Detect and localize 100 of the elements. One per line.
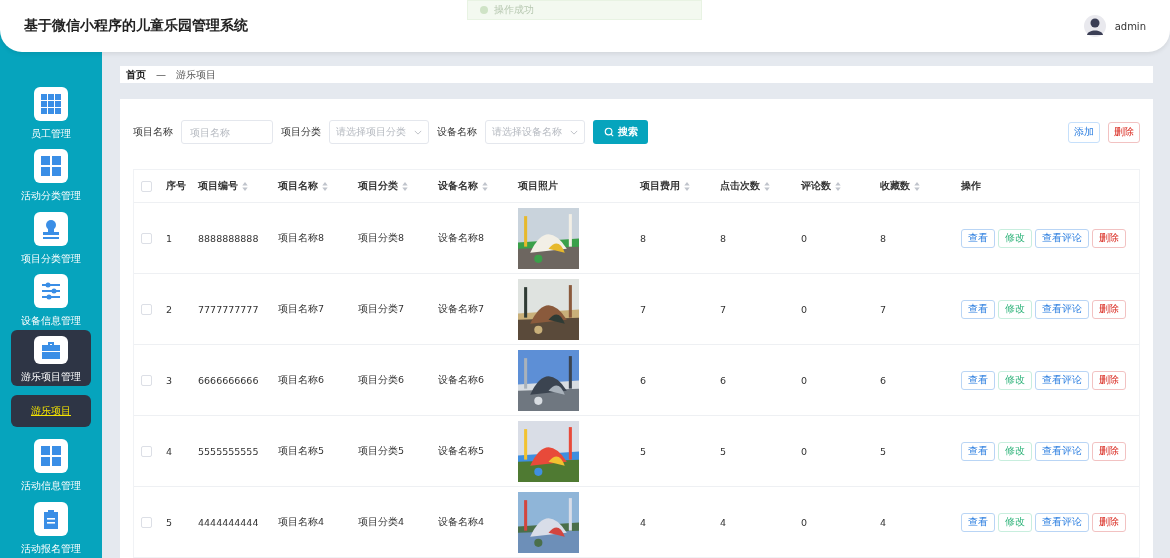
- sliders-icon: [41, 281, 61, 301]
- sort-icon[interactable]: [684, 181, 690, 191]
- delete-button[interactable]: 删除: [1092, 228, 1126, 248]
- sidebar-item[interactable]: 活动信息管理: [11, 433, 91, 496]
- edit-button[interactable]: 修改: [998, 441, 1032, 461]
- column-header[interactable]: 评论数: [801, 179, 841, 193]
- breadcrumb-home[interactable]: 首页: [126, 67, 146, 82]
- column-header[interactable]: 收藏数: [880, 179, 920, 193]
- table-cell: 项目分类5: [358, 444, 405, 458]
- view-button[interactable]: 查看评论: [1035, 512, 1089, 532]
- sidebar-item[interactable]: 游乐项目管理: [11, 330, 91, 387]
- column-header[interactable]: 项目编号: [198, 179, 248, 193]
- column-header: 项目照片: [518, 179, 558, 193]
- view-button[interactable]: 查看: [961, 441, 995, 461]
- filter-label: 项目分类: [281, 125, 321, 139]
- column-header[interactable]: 设备名称: [438, 179, 488, 193]
- table-cell: 4: [640, 516, 647, 528]
- view-button[interactable]: 查看: [961, 512, 995, 532]
- table-cell: 项目名称6: [278, 373, 325, 387]
- sidebar-item[interactable]: 员工管理: [11, 81, 91, 144]
- table-cell: 项目名称4: [278, 515, 325, 529]
- table-cell: 7: [640, 303, 647, 315]
- table-cell: 项目分类7: [358, 302, 405, 316]
- view-button[interactable]: 查看: [961, 299, 995, 319]
- sort-icon[interactable]: [242, 181, 248, 191]
- sidebar-item[interactable]: 设备信息管理: [11, 268, 91, 331]
- table-cell: 项目名称5: [278, 444, 325, 458]
- sort-icon[interactable]: [482, 181, 488, 191]
- delete-button[interactable]: 删除: [1092, 441, 1126, 461]
- username-label[interactable]: admin: [1114, 20, 1146, 32]
- column-header[interactable]: 项目分类: [358, 179, 408, 193]
- avatar-icon: [1082, 14, 1107, 38]
- select-all-checkbox[interactable]: [141, 180, 152, 192]
- table-cell: 4: [720, 516, 727, 528]
- add-button[interactable]: 添加: [1068, 121, 1100, 143]
- table-cell: 设备名称4: [438, 515, 485, 529]
- app-title: 基于微信小程序的儿童乐园管理系统: [24, 17, 248, 35]
- column-header[interactable]: 项目名称: [278, 179, 328, 193]
- row-checkbox[interactable]: [141, 303, 152, 315]
- chevron-down-icon: [414, 129, 422, 135]
- sort-icon[interactable]: [835, 181, 841, 191]
- table-cell: 5: [880, 445, 887, 457]
- delete-button[interactable]: 删除: [1092, 299, 1126, 319]
- grid-icon: [41, 156, 61, 177]
- table-cell: 7: [880, 303, 887, 315]
- table-cell: 0: [801, 374, 808, 386]
- row-checkbox[interactable]: [141, 374, 152, 386]
- table-cell: 8888888888: [198, 232, 259, 244]
- chevron-down-icon: [570, 129, 578, 135]
- sidebar-item[interactable]: 活动报名管理: [11, 495, 91, 558]
- table-cell: 0: [801, 303, 808, 315]
- table-cell: 项目名称8: [278, 231, 325, 245]
- edit-button[interactable]: 修改: [998, 299, 1032, 319]
- table-cell: 5: [166, 516, 173, 528]
- row-checkbox[interactable]: [141, 516, 152, 528]
- view-button[interactable]: 查看: [961, 228, 995, 248]
- table-cell: 设备名称5: [438, 444, 485, 458]
- table-cell: 8: [880, 232, 887, 244]
- search-button[interactable]: 搜索: [593, 120, 648, 144]
- name-input[interactable]: 项目名称: [181, 120, 273, 144]
- table-cell: 0: [801, 445, 808, 457]
- view-button[interactable]: 查看评论: [1035, 228, 1089, 248]
- row-checkbox[interactable]: [141, 445, 152, 457]
- table-cell: 7: [720, 303, 727, 315]
- table-cell: 8: [640, 232, 647, 244]
- sort-icon[interactable]: [322, 181, 328, 191]
- table-cell: 4: [166, 445, 173, 457]
- table-cell: 6: [720, 374, 727, 386]
- briefcase-icon: [41, 340, 61, 361]
- table-cell: 项目分类6: [358, 373, 405, 387]
- edit-button[interactable]: 修改: [998, 228, 1032, 248]
- sidebar-item[interactable]: 项目分类管理: [11, 205, 91, 268]
- edit-button[interactable]: 修改: [998, 512, 1032, 532]
- table-cell: 3: [166, 374, 173, 386]
- submenu-item[interactable]: 游乐项目: [11, 395, 91, 428]
- table-cell: 5: [720, 445, 727, 457]
- filter-label: 项目名称: [133, 125, 173, 139]
- column-header: 序号: [166, 179, 186, 193]
- delete-button[interactable]: 删除: [1092, 512, 1126, 532]
- delete-button[interactable]: 删除: [1108, 121, 1140, 143]
- stamp-icon: [41, 218, 61, 239]
- view-button[interactable]: 查看评论: [1035, 370, 1089, 390]
- table-cell: 6: [640, 374, 647, 386]
- edit-button[interactable]: 修改: [998, 370, 1032, 390]
- breadcrumb-current: 游乐项目: [176, 67, 216, 82]
- delete-button[interactable]: 删除: [1092, 370, 1126, 390]
- table-cell: 0: [801, 516, 808, 528]
- table-cell: 7777777777: [198, 303, 259, 315]
- sort-icon[interactable]: [914, 181, 920, 191]
- view-button[interactable]: 查看评论: [1035, 299, 1089, 319]
- column-header[interactable]: 项目费用: [640, 179, 690, 193]
- view-button[interactable]: 查看: [961, 370, 995, 390]
- column-header[interactable]: 点击次数: [720, 179, 770, 193]
- row-checkbox[interactable]: [141, 232, 152, 244]
- view-button[interactable]: 查看评论: [1035, 441, 1089, 461]
- sidebar-item[interactable]: 活动分类管理: [11, 143, 91, 206]
- grid-icon: [41, 94, 61, 114]
- sort-icon[interactable]: [402, 181, 408, 191]
- clipboard-icon: [41, 508, 61, 529]
- sort-icon[interactable]: [764, 181, 770, 191]
